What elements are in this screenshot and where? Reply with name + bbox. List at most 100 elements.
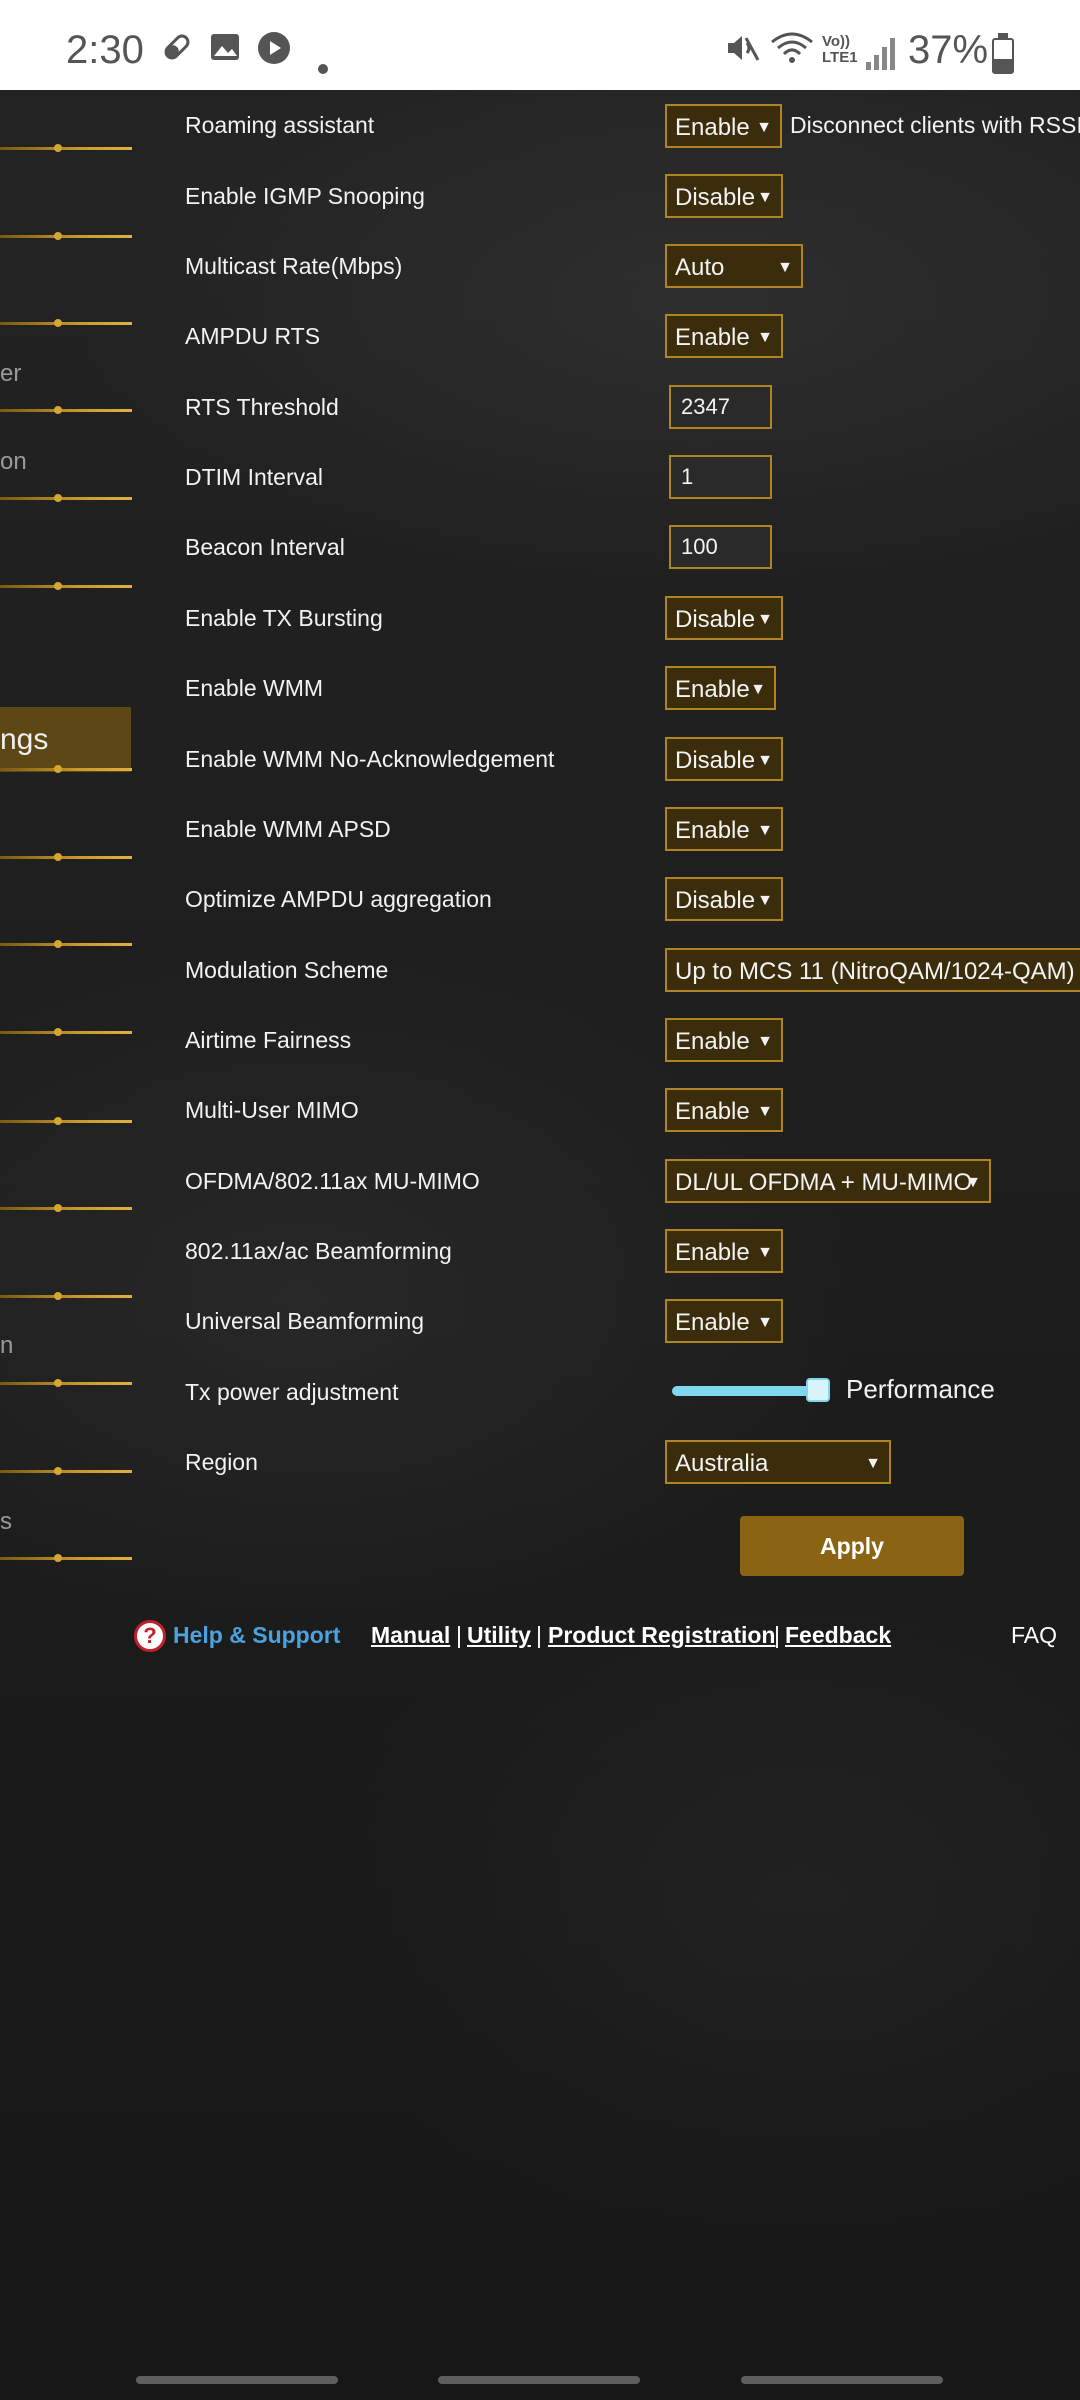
sidebar-divider <box>0 1467 132 1475</box>
dropdown-arrow-icon: ▼ <box>757 822 773 839</box>
beamforming-select[interactable]: Enable ▼ <box>665 1229 783 1273</box>
select-value: DL/UL OFDMA + MU-MIMO <box>675 1169 973 1196</box>
sidebar-divider <box>0 765 132 773</box>
ofdma-select[interactable]: DL/UL OFDMA + MU-MIMO ▼ <box>665 1159 991 1203</box>
dot-icon <box>318 46 328 80</box>
region-label: Region <box>185 1449 258 1475</box>
pill-icon <box>160 30 194 70</box>
select-value: Enable <box>675 817 750 844</box>
dropdown-arrow-icon: ▼ <box>757 892 773 909</box>
ofdma-label: OFDMA/802.11ax MU-MIMO <box>185 1168 480 1194</box>
tx-bursting-select[interactable]: Disable ▼ <box>665 596 783 640</box>
tx-power-value: Performance <box>846 1374 995 1404</box>
volte-icon: Vo)) LTE1 <box>822 33 858 66</box>
apply-button[interactable]: Apply <box>740 1516 964 1576</box>
select-value: Enable <box>675 676 750 703</box>
sidebar-divider <box>0 1554 132 1562</box>
dropdown-arrow-icon: ▼ <box>757 752 773 769</box>
sidebar-divider <box>0 853 132 861</box>
sidebar-item-active[interactable]: ngs <box>0 707 131 772</box>
select-value: Enable <box>675 324 750 351</box>
dtim-interval-input[interactable]: 1 <box>669 455 772 499</box>
footer-separator: | <box>456 1622 462 1648</box>
universal-beamforming-select[interactable]: Enable ▼ <box>665 1299 783 1343</box>
tx-bursting-label: Enable TX Bursting <box>185 605 383 631</box>
play-icon <box>256 30 292 72</box>
select-value: Enable <box>675 114 750 141</box>
image-icon <box>208 30 242 70</box>
wmm-apsd-label: Enable WMM APSD <box>185 816 391 842</box>
status-bar: 2:30 Vo)) LTE1 37% <box>0 0 1080 90</box>
wmm-apsd-select[interactable]: Enable ▼ <box>665 807 783 851</box>
footer: ? Help & Support Manual | Utility | Prod… <box>0 1615 1080 1661</box>
dropdown-arrow-icon: ▼ <box>757 1244 773 1261</box>
select-value: Disable <box>675 747 756 774</box>
dropdown-arrow-icon: ▼ <box>757 611 773 628</box>
select-value: Disable <box>675 606 756 633</box>
beacon-interval-label: Beacon Interval <box>185 534 345 560</box>
tx-power-slider-handle[interactable] <box>806 1378 830 1402</box>
beacon-interval-input[interactable]: 100 <box>669 525 772 569</box>
multicast-rate-select[interactable]: Auto ▼ <box>665 244 803 288</box>
dropdown-arrow-icon: ▼ <box>757 329 773 346</box>
dropdown-arrow-icon: ▼ <box>756 119 772 136</box>
feedback-link[interactable]: Feedback <box>785 1622 891 1649</box>
mu-mimo-select[interactable]: Enable ▼ <box>665 1088 783 1132</box>
modulation-scheme-select[interactable]: Up to MCS 11 (NitroQAM/1024-QAM) <box>665 948 1080 992</box>
sidebar: er on ngs n s <box>0 90 132 1590</box>
help-icon[interactable]: ? <box>134 1620 166 1652</box>
status-time: 2:30 <box>66 28 144 72</box>
universal-beamforming-label: Universal Beamforming <box>185 1308 425 1334</box>
ampdu-aggregation-label: Optimize AMPDU aggregation <box>185 886 492 912</box>
sidebar-divider <box>0 940 132 948</box>
utility-link[interactable]: Utility <box>467 1622 531 1649</box>
select-value: Auto <box>675 254 725 281</box>
select-value: Australia <box>675 1450 769 1477</box>
product-registration-link[interactable]: Product Registration <box>548 1622 775 1649</box>
mu-mimo-label: Multi-User MIMO <box>185 1097 359 1123</box>
dropdown-arrow-icon: ▼ <box>757 1314 773 1331</box>
dropdown-arrow-icon: ▼ <box>757 1033 773 1050</box>
sidebar-divider <box>0 319 132 327</box>
sidebar-divider <box>0 1379 132 1387</box>
select-value: Enable <box>675 1028 750 1055</box>
help-support-link[interactable]: Help & Support <box>173 1622 340 1649</box>
airtime-fairness-select[interactable]: Enable ▼ <box>665 1018 783 1062</box>
rts-threshold-label: RTS Threshold <box>185 394 339 420</box>
dtim-interval-label: DTIM Interval <box>185 464 324 490</box>
faq-link[interactable]: FAQ <box>1011 1622 1057 1649</box>
roaming-assistant-select[interactable]: Enable ▼ <box>665 104 782 148</box>
sidebar-divider <box>0 144 132 152</box>
sidebar-divider <box>0 406 132 414</box>
nav-back[interactable] <box>741 2376 943 2384</box>
sidebar-item-partial[interactable]: s <box>0 1508 12 1536</box>
modulation-scheme-label: Modulation Scheme <box>185 957 389 983</box>
select-value: Disable <box>675 887 756 914</box>
sidebar-divider <box>0 1117 132 1125</box>
manual-link[interactable]: Manual <box>371 1622 450 1649</box>
sidebar-divider <box>0 1292 132 1300</box>
sidebar-divider <box>0 1028 132 1036</box>
wmm-select[interactable]: Enable ▼ <box>665 666 776 710</box>
wmm-noack-select[interactable]: Disable ▼ <box>665 737 783 781</box>
sidebar-item-partial[interactable]: on <box>0 448 27 476</box>
sidebar-item-partial[interactable]: n <box>0 1332 13 1360</box>
rts-threshold-input[interactable]: 2347 <box>669 385 772 429</box>
multicast-rate-label: Multicast Rate(Mbps) <box>185 253 403 279</box>
sidebar-divider <box>0 582 132 590</box>
igmp-snooping-label: Enable IGMP Snooping <box>185 183 425 209</box>
sidebar-item-partial[interactable]: er <box>0 360 21 388</box>
select-value: Enable <box>675 1239 750 1266</box>
select-value: Up to MCS 11 (NitroQAM/1024-QAM) <box>675 958 1075 985</box>
ampdu-aggregation-select[interactable]: Disable ▼ <box>665 877 783 921</box>
footer-separator: | <box>536 1622 542 1648</box>
nav-home[interactable] <box>438 2376 640 2384</box>
dropdown-arrow-icon: ▼ <box>965 1174 981 1191</box>
region-select[interactable]: Australia ▼ <box>665 1440 891 1484</box>
nav-recents[interactable] <box>136 2376 338 2384</box>
sidebar-divider <box>0 1204 132 1212</box>
igmp-snooping-select[interactable]: Disable ▼ <box>665 174 783 218</box>
ampdu-rts-select[interactable]: Enable ▼ <box>665 314 783 358</box>
dropdown-arrow-icon: ▼ <box>750 681 766 698</box>
sidebar-divider <box>0 494 132 502</box>
